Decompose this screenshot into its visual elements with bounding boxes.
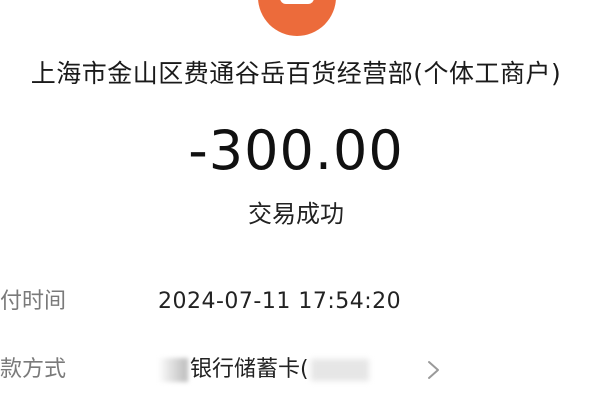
chevron-right-icon[interactable] — [424, 357, 444, 383]
payment-time-label: 付时间 — [0, 289, 67, 314]
payment-method-label: 款方式 — [0, 357, 67, 382]
masked-bank-logo — [158, 358, 188, 382]
payment-time-value: 2024-07-11 17:54:20 — [158, 289, 402, 314]
transaction-amount: -300.00 — [188, 119, 404, 182]
payment-method-row[interactable]: 银行储蓄卡( — [158, 355, 369, 385]
logo-mark — [280, 0, 314, 4]
masked-card-number — [310, 359, 369, 381]
merchant-logo-icon — [258, 0, 336, 36]
merchant-name: 上海市金山区费通谷岳百货经营部(个体工商户) — [30, 59, 562, 88]
payment-method-value: 银行储蓄卡( — [190, 357, 309, 382]
transaction-status: 交易成功 — [248, 200, 344, 228]
